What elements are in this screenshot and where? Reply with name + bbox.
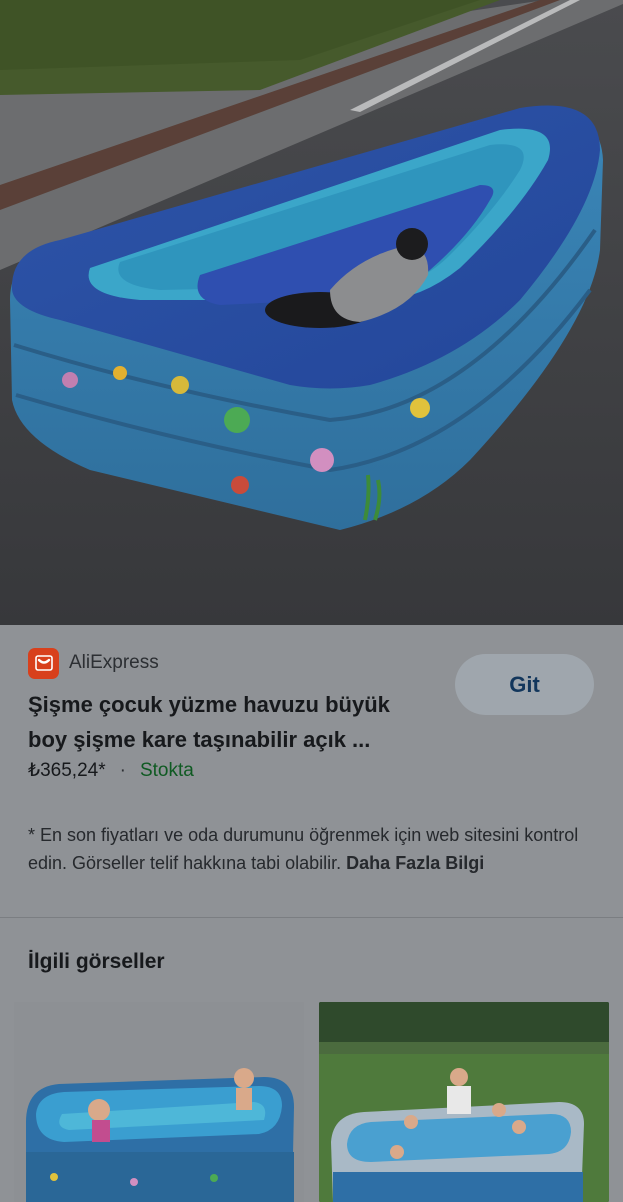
disclaimer: * En son fiyatları ve oda durumunu öğren… [28, 821, 588, 877]
price-row: ₺365,24* · Stokta [28, 759, 194, 782]
product-title-line-2: boy şişme kare taşınabilir açık ... [28, 727, 371, 752]
visit-button[interactable]: Git [455, 654, 594, 715]
pool-on-lawn-photo [319, 1002, 609, 1202]
product-info-panel: AliExpress Şişme çocuk yüzme havuzu büyü… [0, 625, 623, 1202]
separator-dot: · [119, 759, 126, 781]
aliexpress-bag-icon [28, 647, 59, 679]
related-image-2[interactable] [319, 1002, 609, 1202]
pool-with-children-photo [14, 1002, 304, 1202]
source-name: AliExpress [69, 652, 159, 673]
product-main-image[interactable] [0, 0, 623, 625]
source-row[interactable]: AliExpress [28, 647, 159, 679]
inflatable-pool-photo [0, 0, 623, 625]
divider [0, 917, 623, 918]
disclaimer-text: * En son fiyatları ve oda durumunu öğren… [28, 825, 579, 873]
product-title-line-1: Şişme çocuk yüzme havuzu büyük [28, 692, 390, 717]
product-title[interactable]: Şişme çocuk yüzme havuzu büyük boy şişme… [28, 687, 438, 757]
related-images-heading: İlgili görseller [28, 950, 165, 973]
product-price: ₺365,24* [28, 760, 106, 781]
more-info-link[interactable]: Daha Fazla Bilgi [346, 853, 484, 873]
stock-status: Stokta [139, 759, 194, 781]
related-image-1[interactable] [14, 1002, 304, 1202]
